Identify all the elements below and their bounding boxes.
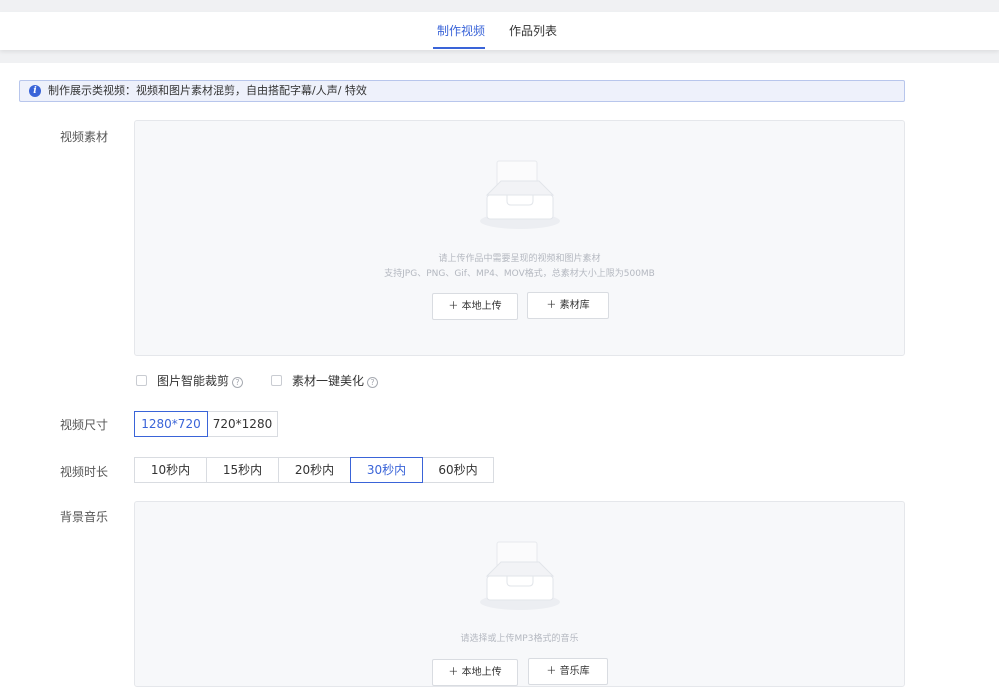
duration-option-30s[interactable]: 30秒内	[350, 457, 423, 483]
smart-crop-label: 图片智能裁剪	[157, 374, 230, 388]
upload-hint-line2: 支持JPG、PNG、Gif、MP4、MOV格式，总素材大小上限为500MB	[384, 269, 655, 279]
video-duration-label: 视频时长	[60, 465, 109, 479]
empty-box-icon	[480, 541, 560, 610]
beautify-label: 素材一键美化	[292, 374, 365, 388]
size-option-1280x720[interactable]: 1280*720	[134, 411, 208, 437]
smart-crop-option[interactable]: 图片智能裁剪?	[136, 372, 244, 389]
help-icon[interactable]: ?	[367, 377, 379, 388]
background-music-label: 背景音乐	[60, 510, 109, 524]
duration-option-20s[interactable]: 20秒内	[278, 457, 351, 483]
info-icon: i	[29, 85, 41, 97]
smart-crop-checkbox[interactable]	[136, 375, 147, 386]
video-material-dropzone[interactable]: 请上传作品中需要呈现的视频和图片素材 支持JPG、PNG、Gif、MP4、MOV…	[134, 120, 905, 356]
notice-text: 制作展示类视频：视频和图片素材混剪，自由搭配字幕/人声/ 特效	[48, 84, 367, 97]
local-upload-button[interactable]: ＋ 本地上传	[432, 659, 518, 686]
local-upload-button[interactable]: ＋ 本地上传	[432, 293, 518, 320]
upload-hint-line1: 请上传作品中需要呈现的视频和图片素材	[438, 254, 601, 264]
size-option-720x1280[interactable]: 720*1280	[207, 411, 278, 437]
tab-works-list[interactable]: 作品列表	[509, 24, 557, 38]
duration-option-15s[interactable]: 15秒内	[206, 457, 279, 483]
video-material-label: 视频素材	[60, 130, 109, 144]
material-library-button[interactable]: ＋ 素材库	[527, 292, 609, 319]
duration-option-60s[interactable]: 60秒内	[422, 457, 494, 483]
video-size-label: 视频尺寸	[60, 418, 109, 432]
help-icon[interactable]: ?	[232, 377, 244, 388]
active-tab-indicator	[433, 47, 485, 49]
music-dropzone[interactable]: 请选择或上传MP3格式的音乐 ＋ 本地上传 ＋ 音乐库	[134, 501, 905, 687]
top-tab-bar: 制作视频 作品列表	[0, 12, 999, 50]
music-hint: 请选择或上传MP3格式的音乐	[460, 634, 579, 644]
duration-option-10s[interactable]: 10秒内	[134, 457, 207, 483]
tab-make-video[interactable]: 制作视频	[437, 24, 485, 38]
beautify-option[interactable]: 素材一键美化?	[271, 372, 379, 389]
empty-box-icon	[480, 160, 560, 229]
beautify-checkbox[interactable]	[271, 375, 282, 386]
music-library-button[interactable]: ＋ 音乐库	[528, 658, 608, 685]
info-notice: i 制作展示类视频：视频和图片素材混剪，自由搭配字幕/人声/ 特效	[19, 80, 905, 102]
